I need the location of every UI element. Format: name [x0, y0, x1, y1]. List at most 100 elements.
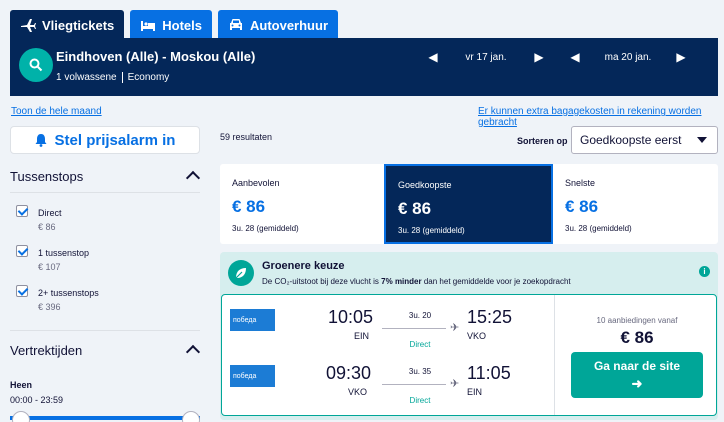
leg-duration: 3u. 35 — [408, 367, 432, 376]
route-line — [382, 328, 446, 329]
sort-option-fastest[interactable]: Snelste € 86 3u. 28 (gemiddeld) — [553, 164, 718, 244]
sort-options-bar: Aanbevolen € 86 3u. 28 (gemiddeld) Goedk… — [220, 164, 718, 244]
sort-value: Goedkoopste eerst — [580, 133, 682, 147]
go-to-site-label: Ga naar de site — [593, 359, 681, 373]
search-icon[interactable] — [19, 48, 53, 82]
stop-option-price: € 107 — [38, 262, 61, 272]
stops-filter-title[interactable]: Tussenstops — [10, 169, 83, 184]
price-alert-button[interactable]: Stel prijsalarm in — [10, 126, 200, 154]
arrow-right-icon: ➜ — [631, 376, 643, 391]
outbound-leg: победа 10:05 EIN 3u. 20 ✈ Direct 15:25 V… — [222, 295, 554, 351]
depart-time: 09:30 — [326, 363, 372, 383]
leaf-icon — [228, 260, 254, 286]
route-title: Eindhoven (Alle) - Moskou (Alle) — [56, 49, 256, 64]
sort-option-duration: 3u. 28 (gemiddeld) — [232, 224, 299, 233]
chevron-down-icon — [697, 137, 707, 143]
next-return-arrow-icon[interactable]: ▶ — [676, 50, 686, 64]
return-date-nav: ◀ ma 20 jan. ▶ — [570, 50, 686, 64]
card-divider — [554, 295, 555, 415]
departure-times-title[interactable]: Vertrektijden — [10, 343, 82, 358]
departure-time-slider[interactable] — [10, 416, 200, 420]
baggage-costs-link[interactable]: Er kunnen extra bagagekosten in rekening… — [478, 106, 724, 128]
tab-flights[interactable]: Vliegtickets — [10, 10, 125, 40]
sort-option-label: Goedkoopste — [398, 180, 452, 190]
stop-option-label: 1 tussenstop — [38, 248, 90, 258]
sort-option-price: € 86 — [232, 197, 266, 216]
stops-indicator: Direct — [409, 340, 431, 349]
cabin-class: Economy — [127, 72, 170, 83]
sort-option-price: € 86 — [398, 199, 432, 218]
return-date[interactable]: ma 20 jan. — [580, 52, 676, 63]
greener-text-bold: 7% minder — [381, 277, 422, 286]
return-leg: победа 09:30 VKO 3u. 35 ✈ Direct 11:05 E… — [222, 351, 554, 407]
bell-icon — [35, 134, 47, 147]
bed-icon — [141, 21, 156, 31]
stop-option-price: € 86 — [38, 222, 56, 232]
outbound-date-nav: ◀ vr 17 jan. ▶ — [428, 50, 544, 64]
collapse-times-chevron-up-icon[interactable] — [185, 344, 201, 360]
airline-logo: победа — [230, 309, 275, 331]
offers-count: 10 aanbiedingen vanaf — [596, 316, 678, 325]
plane-icon: ✈ — [450, 322, 460, 334]
passengers: 1 volwassene — [56, 72, 117, 83]
card-price: € 86 — [620, 328, 654, 347]
next-outbound-arrow-icon[interactable]: ▶ — [534, 50, 544, 64]
depart-time: 10:05 — [328, 307, 374, 327]
tab-label: Hotels — [162, 17, 202, 33]
sort-option-recommended[interactable]: Aanbevolen € 86 3u. 28 (gemiddeld) — [220, 164, 384, 244]
sort-option-price: € 86 — [565, 197, 599, 216]
stop-option-label: Direct — [38, 208, 62, 218]
plane-icon: ✈ — [450, 378, 460, 390]
sort-option-label: Snelste — [565, 178, 596, 188]
greener-text-prefix: De CO₂-uitstoot bij deze vlucht is — [262, 277, 382, 286]
slider-handle-start[interactable] — [12, 411, 30, 422]
leg-duration: 3u. 20 — [408, 311, 432, 320]
divider — [10, 192, 200, 193]
stop-option-price: € 396 — [38, 302, 61, 312]
price-alert-label: Stel prijsalarm in — [54, 131, 176, 149]
tab-hotels[interactable]: Hotels — [130, 10, 212, 40]
stop-option-label: 2+ tussenstops — [38, 288, 99, 298]
checkbox-direct[interactable] — [16, 205, 28, 217]
show-whole-month-link[interactable]: Toon de hele maand — [11, 106, 102, 117]
arrive-time: 11:05 — [467, 363, 511, 383]
separator — [121, 72, 123, 83]
flight-result-card[interactable]: победа 10:05 EIN 3u. 20 ✈ Direct 15:25 V… — [221, 294, 717, 416]
tab-car-hire[interactable]: Autoverhuur — [218, 10, 338, 40]
arrive-airport: EIN — [467, 387, 483, 397]
sort-option-cheapest[interactable]: Goedkoopste € 86 3u. 28 (gemiddeld) — [384, 164, 553, 244]
route-line — [382, 384, 446, 385]
checkbox-one-stop[interactable] — [16, 245, 28, 257]
sort-option-label: Aanbevolen — [232, 178, 280, 188]
sort-option-duration: 3u. 28 (gemiddeld) — [565, 224, 632, 233]
depart-airport: EIN — [354, 331, 370, 341]
depart-airport: VKO — [348, 387, 368, 397]
passenger-summary: 1 volwassene Economy — [56, 72, 169, 83]
checkbox-two-plus-stops[interactable] — [16, 285, 28, 297]
sort-select[interactable]: Goedkoopste eerst — [571, 126, 718, 154]
arrive-time: 15:25 — [467, 307, 513, 327]
results-count: 59 resultaten — [220, 132, 273, 142]
outbound-date[interactable]: vr 17 jan. — [438, 52, 534, 63]
search-summary[interactable]: Eindhoven (Alle) - Moskou (Alle) 1 volwa… — [10, 38, 718, 96]
arrive-airport: VKO — [467, 331, 487, 341]
go-to-site-button[interactable]: Ga naar de site ➜ — [571, 352, 703, 398]
prev-outbound-arrow-icon[interactable]: ◀ — [428, 50, 438, 64]
airline-logo: победа — [230, 365, 275, 387]
collapse-stops-chevron-up-icon[interactable] — [185, 170, 201, 186]
info-icon[interactable]: i — [699, 266, 710, 277]
airplane-icon — [21, 19, 36, 32]
product-tabs: Vliegtickets Hotels Autoverhuur — [10, 10, 338, 40]
tab-label: Vliegtickets — [42, 17, 115, 33]
greener-description: De CO₂-uitstoot bij deze vlucht is 7% mi… — [262, 277, 571, 286]
greener-title: Groenere keuze — [262, 260, 345, 272]
prev-return-arrow-icon[interactable]: ◀ — [570, 50, 580, 64]
sort-label: Sorteren op — [517, 136, 568, 146]
divider — [10, 330, 200, 331]
outbound-time-range: 00:00 - 23:59 — [10, 395, 64, 405]
car-icon — [230, 19, 242, 30]
slider-handle-end[interactable] — [182, 411, 200, 422]
tab-label: Autoverhuur — [250, 17, 328, 33]
outbound-label: Heen — [10, 380, 33, 390]
sort-option-duration: 3u. 28 (gemiddeld) — [398, 226, 465, 235]
